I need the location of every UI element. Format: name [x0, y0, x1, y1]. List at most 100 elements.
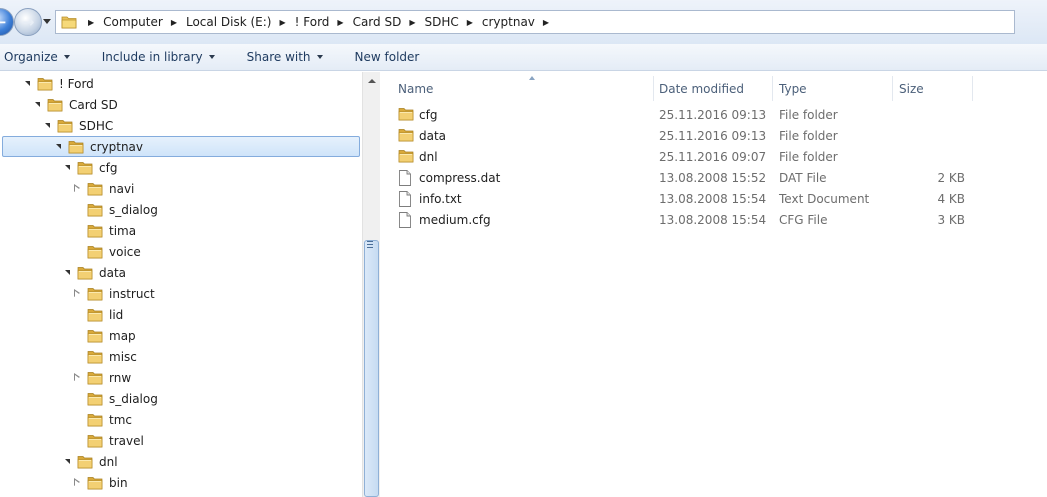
folder-icon [398, 128, 414, 144]
file-row[interactable]: dnl 25.11.2016 09:07 File folder [380, 146, 1047, 167]
tree-item-label: s_dialog [109, 391, 158, 406]
file-size [893, 104, 965, 125]
breadcrumb-item[interactable]: ▶ SDHC [401, 15, 458, 29]
column-header-date-modified[interactable]: Date modified [653, 76, 773, 101]
breadcrumb-arrow-icon[interactable]: ▶ [467, 18, 473, 27]
share-with-button[interactable]: Share with [245, 50, 325, 64]
tree-item-travel[interactable]: travel [0, 430, 144, 451]
breadcrumb-arrow-icon[interactable]: ▶ [409, 18, 415, 27]
tree-item-voice[interactable]: voice [0, 241, 141, 262]
tree-item-dnl[interactable]: dnl [0, 451, 118, 472]
tree-item-lid[interactable]: lid [0, 304, 123, 325]
include-in-library-button[interactable]: Include in library [100, 50, 217, 64]
expand-toggle[interactable] [72, 373, 82, 383]
folder-icon [87, 287, 103, 301]
tree-item-rnw[interactable]: rnw [0, 367, 131, 388]
file-date: 25.11.2016 09:13 [659, 107, 767, 122]
tree-item-data[interactable]: data [0, 262, 126, 283]
expand-toggle[interactable] [72, 184, 82, 194]
new-folder-button[interactable]: New folder [353, 50, 422, 64]
tree-item-label: tima [109, 223, 137, 238]
file-name-cell[interactable]: medium.cfg [398, 209, 491, 230]
tree-item-map[interactable]: map [0, 325, 136, 346]
expand-toggle[interactable] [42, 121, 52, 131]
tree-item-tima[interactable]: tima [0, 220, 136, 241]
expand-toggle[interactable] [22, 79, 32, 89]
expand-toggle[interactable] [62, 268, 72, 278]
column-header-type[interactable]: Type [773, 76, 893, 101]
tree-item-navi[interactable]: navi [0, 178, 134, 199]
file-name-cell[interactable]: compress.dat [398, 167, 500, 188]
expand-toggle[interactable] [62, 457, 72, 467]
file-name-cell[interactable]: info.txt [398, 188, 462, 209]
tree-item-cfg[interactable]: cfg [0, 157, 117, 178]
recent-pages-dropdown[interactable] [43, 19, 51, 24]
expand-toggle[interactable] [62, 163, 72, 173]
file-name-cell[interactable]: data [398, 125, 446, 146]
folder-icon [77, 455, 93, 469]
tree-item-cryptnav[interactable]: cryptnav [2, 136, 360, 157]
back-button[interactable]: ← [0, 8, 14, 36]
breadcrumb-arrow-icon[interactable]: ▶ [543, 18, 549, 27]
forward-button[interactable]: → [14, 8, 42, 36]
file-name-cell[interactable]: dnl [398, 146, 438, 167]
command-bar: Organize Include in library Share with N… [0, 44, 1047, 71]
tree-item-s-dialog[interactable]: s_dialog [0, 199, 158, 220]
tree-item-sdhc[interactable]: SDHC [0, 115, 113, 136]
tree-item-card-sd[interactable]: Card SD [0, 94, 118, 115]
file-row[interactable]: cfg 25.11.2016 09:13 File folder [380, 104, 1047, 125]
tree-item-bin[interactable]: bin [0, 472, 128, 493]
file-row[interactable]: data 25.11.2016 09:13 File folder [380, 125, 1047, 146]
breadcrumb-item[interactable]: ▶ cryptnav [459, 15, 535, 29]
tree-item-s-dialog[interactable]: s_dialog [0, 388, 158, 409]
chevron-right-icon [73, 373, 81, 382]
tree-item-tmc[interactable]: tmc [0, 409, 132, 430]
breadcrumb-label: Card SD [352, 15, 402, 29]
expand-toggle[interactable] [72, 289, 82, 299]
file-size [893, 146, 965, 167]
breadcrumb[interactable]: ▶ Computer ▶ Local Disk (E:) ▶ ! Ford ▶ Card SD… [55, 10, 1015, 34]
file-size: 3 KB [937, 212, 965, 227]
chevron-down-icon [24, 81, 30, 86]
tree-item-instruct[interactable]: instruct [0, 283, 155, 304]
navigation-scrollbar[interactable] [362, 72, 380, 497]
file-row[interactable]: info.txt 13.08.2008 15:54 Text Document 4 K… [380, 188, 1047, 209]
scroll-thumb[interactable] [364, 240, 379, 497]
breadcrumb-label: SDHC [424, 15, 459, 29]
breadcrumb-item[interactable]: ▶ ! Ford [271, 15, 329, 29]
chevron-down-icon [55, 144, 61, 149]
breadcrumb-arrow-icon[interactable]: ▶ [279, 18, 285, 27]
expand-toggle[interactable] [32, 100, 42, 110]
tree-item-label: navi [109, 181, 135, 196]
file-row[interactable]: compress.dat 13.08.2008 15:52 DAT File 2 KB [380, 167, 1047, 188]
chevron-down-icon [64, 459, 70, 464]
folder-icon [87, 308, 103, 322]
breadcrumb-item[interactable]: ▶ Card SD [329, 15, 401, 29]
tree-item--ford[interactable]: ! Ford [0, 73, 94, 94]
expand-toggle[interactable] [72, 478, 82, 488]
breadcrumb-item[interactable]: ▶ Local Disk (E:) [163, 15, 272, 29]
folder-icon [77, 161, 93, 175]
tree-item-label: s_dialog [109, 202, 158, 217]
folder-icon [398, 107, 414, 123]
file-icon [398, 169, 412, 186]
folder-icon [87, 203, 103, 217]
scroll-up-button[interactable] [364, 73, 379, 89]
arrow-left-icon: ← [0, 13, 6, 31]
breadcrumb-item[interactable]: ▶ Computer [80, 15, 163, 29]
file-date: 13.08.2008 15:52 [659, 170, 767, 185]
file-row[interactable]: medium.cfg 13.08.2008 15:54 CFG File 3 KB [380, 209, 1047, 230]
expand-toggle[interactable] [53, 142, 63, 152]
column-header-size[interactable]: Size [893, 76, 973, 101]
file-name-cell[interactable]: cfg [398, 104, 437, 125]
breadcrumb-arrow-icon[interactable]: ▶ [337, 18, 343, 27]
column-header-name[interactable]: Name [392, 76, 654, 101]
breadcrumb-arrow-icon[interactable]: ▶ [88, 18, 94, 27]
folder-icon [87, 476, 103, 490]
organize-button[interactable]: Organize [2, 50, 72, 64]
tree-item-misc[interactable]: misc [0, 346, 137, 367]
file-type: Text Document [779, 191, 870, 206]
breadcrumb-arrow-icon[interactable]: ▶ [171, 18, 177, 27]
chevron-down-icon [316, 55, 323, 59]
folder-icon [87, 371, 103, 385]
